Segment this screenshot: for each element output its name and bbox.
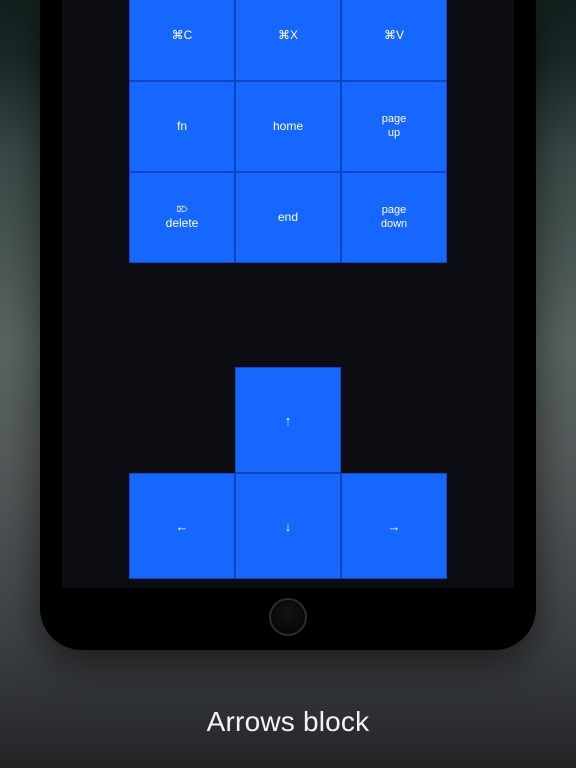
arrow-row-bottom: ← ↓ → [129,473,447,579]
arrow-left-icon: ← [176,519,189,534]
key-cmd-x[interactable]: ⌘X [235,0,341,81]
arrow-up-icon: ↑ [285,413,292,428]
key-home[interactable]: home [235,81,341,172]
key-page-down[interactable]: page down [341,172,447,263]
key-arrow-left[interactable]: ← [129,473,235,579]
key-cmd-c[interactable]: ⌘C [129,0,235,81]
key-label: ⌘X [278,28,298,42]
key-fn[interactable]: fn [129,81,235,172]
forward-delete-icon: ⌦ [176,205,187,215]
key-end[interactable]: end [235,172,341,263]
bezel [514,0,536,650]
key-label: ⌘C [172,28,193,42]
key-label: delete [166,216,199,230]
key-forward-delete[interactable]: ⌦ delete [129,172,235,263]
arrow-key-group: ↑ ← ↓ → [129,367,447,579]
arrow-row-top: ↑ [129,367,447,473]
key-label-stack: ⌦ delete [166,205,199,230]
home-button[interactable] [269,598,307,636]
key-label: page up [382,113,406,139]
tablet-frame: ⌘C ⌘X ⌘V fn home page up ⌦ delete end pa… [40,0,536,650]
key-arrow-right[interactable]: → [341,473,447,579]
tablet-screen: ⌘C ⌘X ⌘V fn home page up ⌦ delete end pa… [62,0,514,588]
arrow-right-icon: → [388,519,401,534]
arrow-down-icon: ↓ [285,519,292,534]
key-page-up[interactable]: page up [341,81,447,172]
bezel [40,0,62,650]
key-label: home [273,119,303,133]
key-label: page down [381,204,407,230]
key-label: end [278,210,298,224]
promo-caption: Arrows block [0,706,576,738]
key-label: fn [177,119,187,133]
function-key-grid: ⌘C ⌘X ⌘V fn home page up ⌦ delete end pa… [129,0,447,263]
key-label: ⌘V [384,28,404,42]
key-arrow-down[interactable]: ↓ [235,473,341,579]
key-arrow-up[interactable]: ↑ [235,367,341,473]
key-cmd-v[interactable]: ⌘V [341,0,447,81]
promo-background: ⌘C ⌘X ⌘V fn home page up ⌦ delete end pa… [0,0,576,768]
